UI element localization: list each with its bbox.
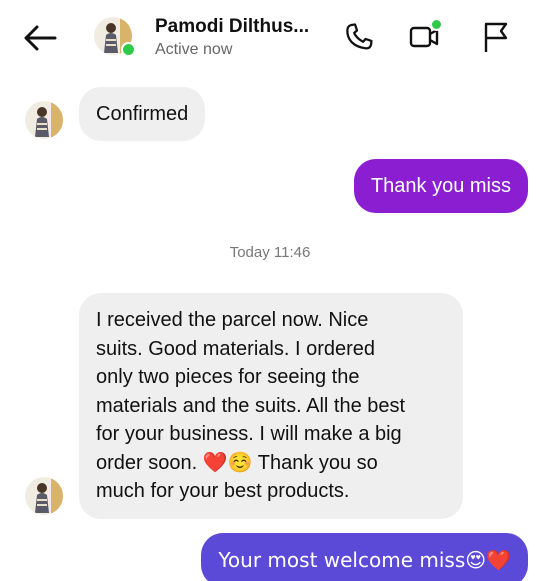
sender-avatar[interactable] (25, 101, 63, 139)
chat-header: Pamodi Dilthus... Active now (0, 0, 540, 78)
back-arrow-icon (24, 25, 57, 51)
sender-avatar[interactable] (25, 477, 63, 515)
online-status-dot (121, 42, 136, 57)
contact-avatar[interactable] (94, 17, 136, 57)
video-active-dot (430, 18, 443, 31)
timestamp-divider: Today 11:46 (229, 244, 311, 261)
incoming-message[interactable]: I received the parcel now. Nice suits. G… (79, 293, 463, 519)
message-line: order soon. ❤️☺️ Thank you so (96, 451, 378, 474)
message-line: suits. Good materials. I ordered (96, 337, 376, 360)
phone-icon (346, 23, 373, 50)
contact-name[interactable]: Pamodi Dilthus... (155, 16, 309, 38)
call-button[interactable] (340, 18, 378, 56)
outgoing-message[interactable]: Your most welcome miss😍❤️ (201, 533, 528, 581)
message-text: Confirmed (96, 103, 189, 125)
flag-icon (484, 22, 508, 52)
flag-button[interactable] (477, 18, 515, 56)
message-line: much for your best products. (96, 480, 350, 502)
outgoing-message[interactable]: Thank you miss (353, 159, 528, 213)
message-line: materials and the suits. All the best (96, 394, 406, 417)
incoming-message[interactable]: Confirmed (79, 87, 206, 141)
message-line: only two pieces for seeing the (96, 366, 360, 388)
contact-status: Active now (155, 41, 233, 58)
message-line: for your business. I will make a big (96, 423, 402, 445)
message-text: Your most welcome miss😍❤️ (218, 548, 511, 572)
video-call-button[interactable] (405, 18, 443, 56)
back-button[interactable] (20, 20, 60, 56)
message-text: Thank you miss (370, 175, 511, 197)
message-line: I received the parcel now. Nice (96, 309, 369, 331)
